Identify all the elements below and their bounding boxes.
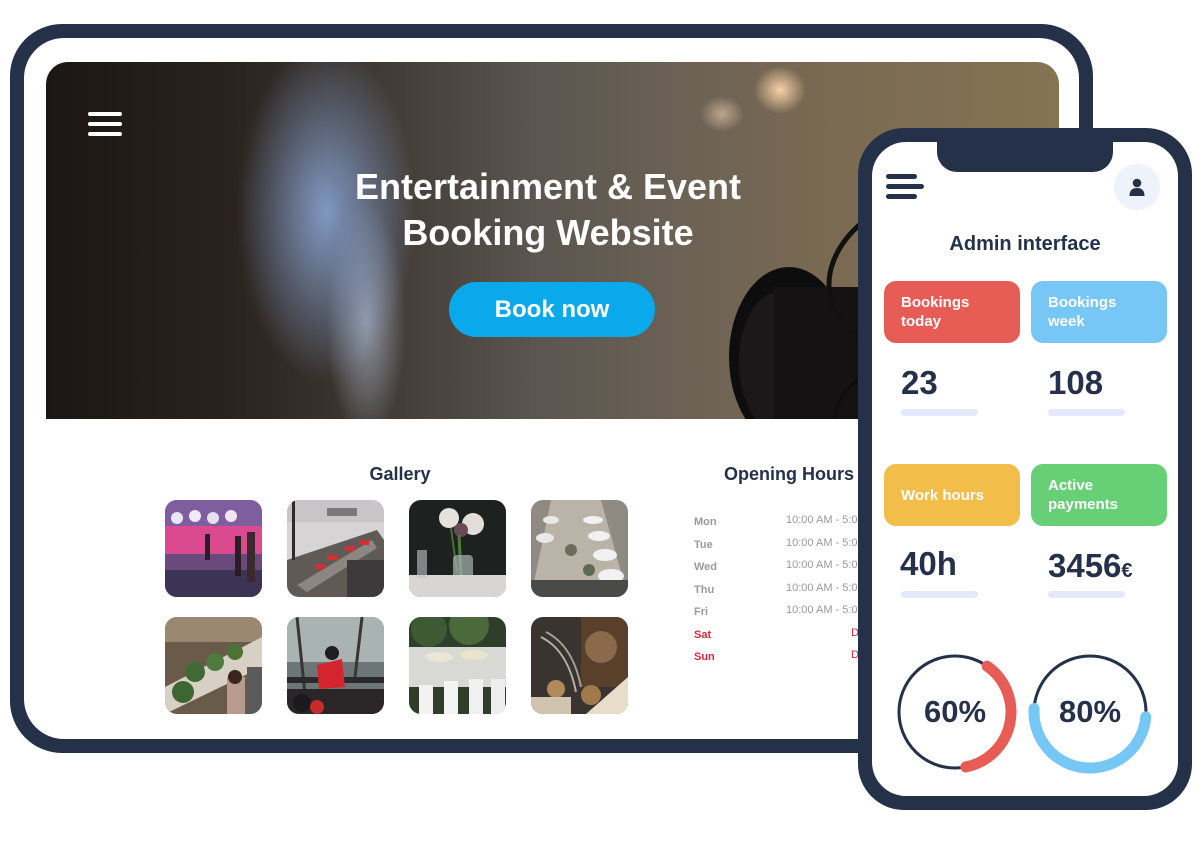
hamburger-menu-icon-bar (886, 184, 924, 189)
stat-value-work-hours: 40h (900, 545, 957, 583)
stat-underline (901, 591, 978, 598)
stat-underline (901, 409, 978, 416)
hours-day: Mon (694, 516, 717, 528)
hours-time: 10:00 AM - 5:0 (786, 604, 858, 616)
stat-value-number: 40h (900, 545, 957, 582)
gallery-image[interactable] (165, 500, 262, 597)
hours-time: 10:00 AM - 5:0 (786, 559, 858, 571)
stat-value-active-payments: 3456€ (1048, 547, 1133, 585)
stat-value-bookings-week: 108 (1048, 364, 1103, 402)
hours-day: Tue (694, 538, 713, 551)
gallery-heading: Gallery (369, 464, 431, 484)
gallery-image[interactable] (409, 617, 506, 714)
gallery-photo-greens (165, 617, 262, 714)
gallery-photo-banquet (531, 500, 628, 597)
phone-screen: Admin interface Bookings today 23 Bookin… (872, 142, 1178, 796)
gallery-photo-rustic-decor (531, 617, 628, 714)
progress-ring-label: 60% (923, 694, 987, 729)
gallery-photo-garden-table (409, 617, 506, 714)
hero-menu-button[interactable] (88, 112, 122, 136)
hours-day: Fri (694, 606, 709, 618)
gallery-image[interactable] (165, 617, 262, 714)
hours-time: 10:00 AM - 5:0 (786, 514, 858, 526)
opening-hours-heading: Opening Hours (724, 464, 854, 484)
phone-notch (937, 142, 1113, 172)
stat-card-label: Active payments (1048, 477, 1119, 513)
stat-card-label: Work hours (901, 486, 985, 504)
gallery-photo-beach-table (287, 500, 384, 597)
hamburger-menu-icon (886, 174, 917, 179)
hamburger-menu-icon-bar (88, 132, 122, 136)
gallery-photo-red-jacket (287, 617, 384, 714)
stat-value-number: 108 (1048, 364, 1104, 401)
phone-device-frame: Admin interface Bookings today 23 Bookin… (858, 128, 1192, 810)
hours-time: 10:00 AM - 5:0 (786, 581, 858, 594)
gallery-image[interactable] (287, 500, 384, 597)
stat-card-work-hours[interactable]: Work hours (884, 464, 1020, 526)
stat-card-label: Bookings today (901, 294, 970, 330)
hours-day: Wed (694, 561, 718, 573)
stat-card-bookings-week[interactable]: Bookings week (1031, 281, 1167, 343)
stat-value-bookings-today: 23 (901, 364, 938, 402)
hamburger-menu-icon-bar (886, 194, 917, 199)
gallery-photo-festival (165, 500, 262, 597)
stat-card-label: Bookings week (1048, 294, 1117, 330)
stat-value-number: 23 (901, 364, 938, 401)
book-now-button[interactable]: Book now (449, 282, 655, 337)
admin-title: Admin interface (949, 233, 1101, 255)
progress-ring-2: 80% (1028, 650, 1152, 774)
stat-underline (1048, 409, 1125, 416)
currency-unit: € (1121, 560, 1133, 582)
gallery-image[interactable] (531, 500, 628, 597)
hamburger-menu-icon-bar (88, 122, 122, 126)
phone-menu-button[interactable] (886, 174, 924, 200)
hours-day: Sat (694, 628, 712, 641)
gallery-image[interactable] (409, 500, 506, 597)
user-icon (1129, 178, 1145, 196)
hours-day: Sun (694, 651, 715, 663)
stat-card-bookings-today[interactable]: Bookings today (884, 281, 1020, 343)
progress-ring-1: 60% (893, 650, 1017, 774)
gallery-grid (165, 500, 630, 716)
hours-day: Thu (694, 583, 715, 596)
gallery-image[interactable] (287, 617, 384, 714)
stat-card-active-payments[interactable]: Active payments (1031, 464, 1167, 526)
progress-ring-label: 80% (1058, 694, 1122, 729)
stat-underline (1048, 591, 1125, 598)
gallery-image[interactable] (531, 617, 628, 714)
hours-time: 10:00 AM - 5:0 (786, 536, 858, 549)
gallery-photo-flowers (409, 500, 506, 597)
stat-value-number: 3456 (1048, 547, 1122, 584)
hamburger-menu-icon (88, 112, 122, 116)
avatar-button[interactable] (1114, 164, 1160, 210)
